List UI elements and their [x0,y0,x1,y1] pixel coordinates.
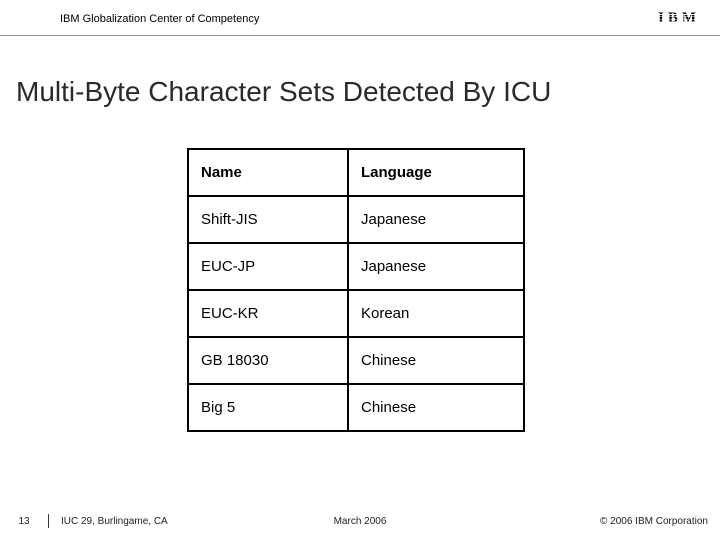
cell-language: Chinese [348,337,524,384]
cell-language: Japanese [348,243,524,290]
footer-divider [48,514,49,528]
cell-name: Big 5 [188,384,348,431]
table-row: EUC-JP Japanese [188,243,524,290]
footer-venue: IUC 29, Burlingame, CA [61,516,168,527]
cell-language: Korean [348,290,524,337]
footer-copyright: © 2006 IBM Corporation [600,516,720,527]
table-header-row: Name Language [188,149,524,196]
col-header-language: Language [348,149,524,196]
table-row: Big 5 Chinese [188,384,524,431]
col-header-name: Name [188,149,348,196]
table-row: GB 18030 Chinese [188,337,524,384]
header-bar: IBM Globalization Center of Competency I… [0,8,720,36]
footer: 13 IUC 29, Burlingame, CA March 2006 © 2… [0,514,720,528]
footer-left: 13 IUC 29, Burlingame, CA [0,514,168,528]
cell-language: Chinese [348,384,524,431]
page-number: 13 [0,516,48,527]
slide: IBM Globalization Center of Competency I… [0,0,720,540]
cell-name: Shift-JIS [188,196,348,243]
cell-name: GB 18030 [188,337,348,384]
charset-table: Name Language Shift-JIS Japanese EUC-JP … [187,148,525,432]
cell-name: EUC-KR [188,290,348,337]
ibm-logo-icon: IBM [658,10,702,27]
table-row: Shift-JIS Japanese [188,196,524,243]
cell-language: Japanese [348,196,524,243]
page-title: Multi-Byte Character Sets Detected By IC… [16,76,551,108]
cell-name: EUC-JP [188,243,348,290]
header-org: IBM Globalization Center of Competency [60,13,259,25]
table-row: EUC-KR Korean [188,290,524,337]
